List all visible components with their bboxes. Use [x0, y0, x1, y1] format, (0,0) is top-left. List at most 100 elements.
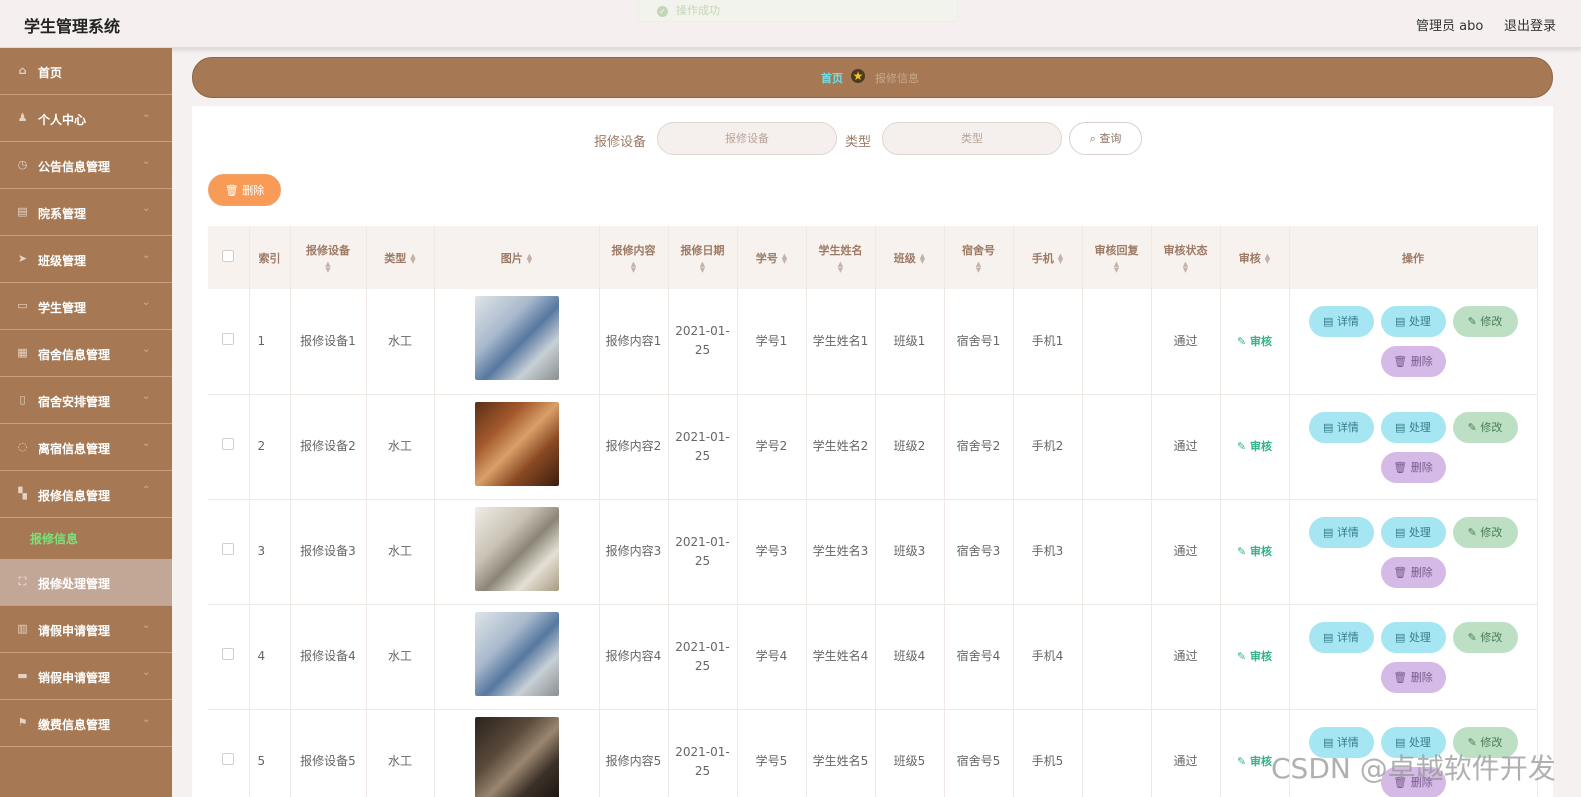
- sidebar-item-13[interactable]: ▬ 销假申请管理 ⌄: [0, 653, 172, 700]
- column-header-3[interactable]: 图片 ▲ ▼: [434, 226, 600, 289]
- sidebar-subitem-10[interactable]: 报修信息: [0, 518, 172, 559]
- column-header-4[interactable]: 报修内容 ▲ ▼: [599, 226, 669, 289]
- type-search-input[interactable]: 类型: [882, 122, 1062, 155]
- select-all-cell: [208, 226, 250, 289]
- sort-icon[interactable]: ▲ ▼: [1058, 252, 1063, 264]
- batch-delete-button[interactable]: 🗑 删除: [208, 174, 281, 206]
- edit-icon: ✎: [1236, 440, 1251, 453]
- sidebar-item-6[interactable]: ▦ 宿舍信息管理 ⌄: [0, 330, 172, 377]
- sort-icon[interactable]: ▲ ▼: [410, 252, 415, 264]
- dorm-photo[interactable]: [474, 296, 559, 381]
- cell-index: 1: [249, 289, 291, 394]
- cell-status: 通过: [1151, 394, 1221, 499]
- column-header-2[interactable]: 类型 ▲ ▼: [366, 226, 435, 289]
- row-checkbox[interactable]: [222, 332, 235, 345]
- edit-button[interactable]: ✎ 修改: [1452, 411, 1518, 443]
- sort-icon[interactable]: ▲ ▼: [920, 252, 925, 264]
- column-header-6[interactable]: 学号 ▲ ▼: [737, 226, 807, 289]
- sort-icon[interactable]: ▲ ▼: [1083, 261, 1151, 274]
- column-header-7[interactable]: 学生姓名 ▲ ▼: [806, 226, 876, 289]
- row-select-cell: [208, 604, 250, 709]
- column-header-12[interactable]: 审核状态 ▲ ▼: [1151, 226, 1221, 289]
- edit-button[interactable]: ✎ 修改: [1452, 516, 1518, 548]
- chevron-down-icon: ⌄: [142, 391, 151, 402]
- sort-icon[interactable]: ▲ ▼: [600, 261, 668, 274]
- column-header-9[interactable]: 宿舍号 ▲ ▼: [944, 226, 1014, 289]
- delete-button[interactable]: 🗑 删除: [1380, 346, 1446, 378]
- dorm-photo[interactable]: [474, 611, 559, 696]
- column-header-13[interactable]: 审核 ▲ ▼: [1220, 226, 1290, 289]
- cell-phone: 手机1: [1013, 289, 1083, 394]
- actions-cell: ▤ 详情 ▤ 处理 ✎ 修改 🗑 删除: [1289, 499, 1538, 604]
- handle-button[interactable]: ▤ 处理: [1380, 411, 1446, 443]
- sidebar-item-5[interactable]: ▭ 学生管理 ⌄: [0, 283, 172, 330]
- cell-type: 水工: [366, 499, 435, 604]
- column-header-10[interactable]: 手机 ▲ ▼: [1013, 226, 1083, 289]
- column-header-8[interactable]: 班级 ▲ ▼: [875, 226, 945, 289]
- row-checkbox[interactable]: [222, 543, 235, 555]
- dorm-photo[interactable]: [474, 506, 559, 591]
- sidebar-item-7[interactable]: ▯ 宿舍安排管理 ⌄: [0, 377, 172, 424]
- audit-link[interactable]: ✎ 审核: [1237, 335, 1272, 348]
- sidebar-item-2[interactable]: ◷ 公告信息管理 ⌄: [0, 142, 172, 189]
- cell-index: 4: [249, 604, 291, 709]
- logout-link[interactable]: 退出登录: [1504, 15, 1556, 34]
- sidebar-item-4[interactable]: ➤ 班级管理 ⌄: [0, 236, 172, 283]
- detail-button[interactable]: ▤ 详情: [1308, 306, 1374, 338]
- edit-button[interactable]: ✎ 修改: [1452, 621, 1518, 653]
- chevron-down-icon: ⌄: [142, 250, 151, 261]
- sidebar-item-label: 首页: [38, 66, 63, 80]
- detail-button[interactable]: ▤ 详情: [1308, 411, 1374, 443]
- cell-phone: 手机2: [1013, 394, 1083, 499]
- cell-class: 班级4: [875, 604, 945, 709]
- dorm-photo[interactable]: [474, 401, 559, 486]
- sidebar-item-9[interactable]: ▚ 报修信息管理 ⌃: [0, 471, 172, 518]
- row-checkbox[interactable]: [222, 753, 235, 765]
- sidebar-item-label: 宿舍信息管理: [38, 348, 111, 362]
- sidebar-item-12[interactable]: ▥ 请假申请管理 ⌄: [0, 606, 172, 653]
- sort-icon[interactable]: ▲ ▼: [527, 252, 532, 264]
- audit-link[interactable]: ✎ 审核: [1237, 755, 1272, 768]
- sidebar-item-0[interactable]: ⌂ 首页: [0, 48, 172, 95]
- edit-icon: ✎: [1236, 755, 1251, 768]
- row-checkbox[interactable]: [222, 648, 235, 660]
- delete-button[interactable]: 🗑 删除: [1380, 451, 1446, 483]
- handle-button[interactable]: ▤ 处理: [1380, 621, 1446, 653]
- edit-button[interactable]: ✎ 修改: [1452, 306, 1518, 338]
- cell-status: 通过: [1151, 604, 1221, 709]
- column-header-11[interactable]: 审核回复 ▲ ▼: [1082, 226, 1152, 289]
- select-all-checkbox[interactable]: [222, 250, 235, 262]
- apps-icon: ▚: [18, 487, 27, 500]
- sort-icon[interactable]: ▲ ▼: [945, 261, 1013, 274]
- audit-link[interactable]: ✎ 审核: [1237, 440, 1272, 453]
- sidebar-item-11[interactable]: ⛶ 报修处理管理 ⌄: [0, 559, 172, 606]
- sidebar-item-1[interactable]: ♟ 个人中心 ⌄: [0, 95, 172, 142]
- sidebar-item-8[interactable]: ◌ 离宿信息管理 ⌄: [0, 424, 172, 471]
- sort-icon[interactable]: ▲ ▼: [669, 261, 737, 274]
- handle-button[interactable]: ▤ 处理: [1380, 306, 1446, 338]
- sort-icon[interactable]: ▲ ▼: [1152, 261, 1220, 274]
- delete-button[interactable]: 🗑 删除: [1380, 661, 1446, 693]
- document-icon: ▤: [1395, 630, 1409, 644]
- audit-link[interactable]: ✎ 审核: [1237, 650, 1272, 663]
- trash-icon: 🗑: [1393, 670, 1411, 684]
- sort-icon[interactable]: ▲ ▼: [782, 252, 787, 264]
- cell-sid: 学号5: [737, 709, 807, 797]
- device-search-input[interactable]: 报修设备: [657, 122, 837, 155]
- breadcrumb-home[interactable]: 首页: [821, 70, 843, 86]
- column-header-1[interactable]: 报修设备 ▲ ▼: [290, 226, 367, 289]
- detail-button[interactable]: ▤ 详情: [1308, 621, 1374, 653]
- sidebar-item-3[interactable]: ▤ 院系管理 ⌄: [0, 189, 172, 236]
- sort-icon[interactable]: ▲ ▼: [807, 261, 875, 274]
- sort-icon[interactable]: ▲ ▼: [291, 261, 366, 274]
- handle-button[interactable]: ▤ 处理: [1380, 516, 1446, 548]
- detail-button[interactable]: ▤ 详情: [1308, 516, 1374, 548]
- sort-icon[interactable]: ▲ ▼: [1265, 252, 1270, 264]
- sidebar-item-14[interactable]: ⚑ 缴费信息管理 ⌄: [0, 700, 172, 747]
- column-header-5[interactable]: 报修日期 ▲ ▼: [668, 226, 738, 289]
- dorm-photo[interactable]: [474, 716, 559, 797]
- delete-button[interactable]: 🗑 删除: [1380, 556, 1446, 588]
- audit-link[interactable]: ✎ 审核: [1237, 545, 1272, 558]
- row-checkbox[interactable]: [222, 438, 235, 450]
- query-button[interactable]: ⌕ 查询: [1069, 122, 1142, 155]
